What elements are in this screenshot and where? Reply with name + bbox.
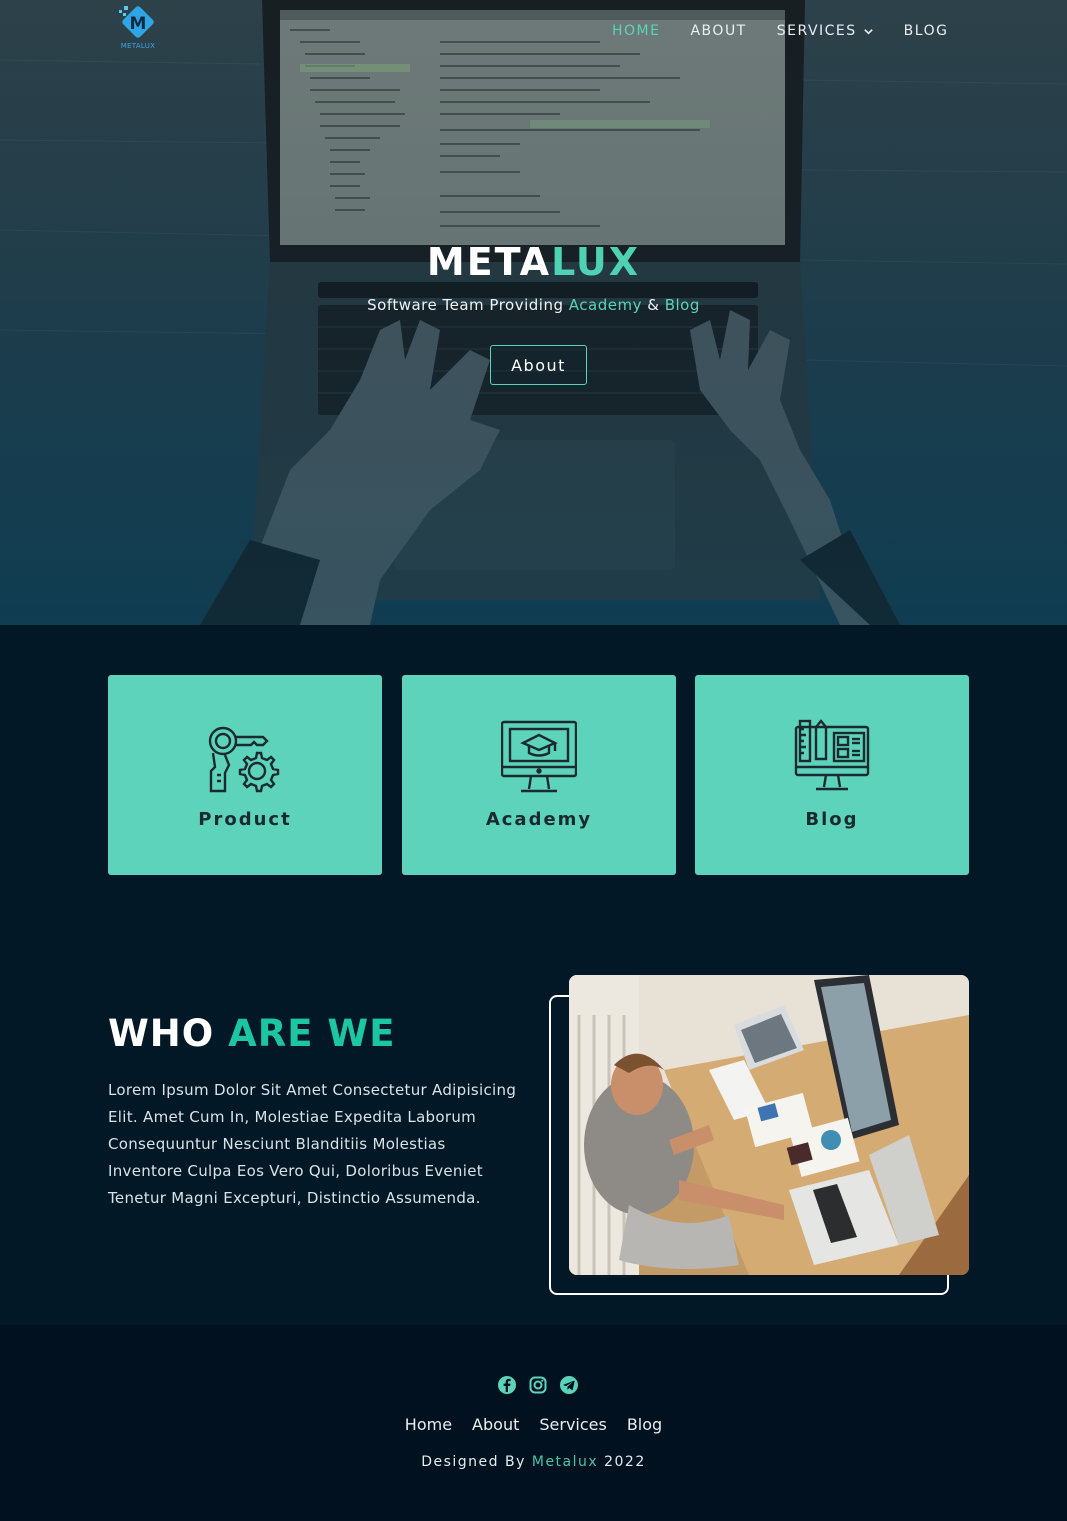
footer-link-services[interactable]: Services	[539, 1415, 606, 1434]
card-blog[interactable]: Blog	[695, 675, 969, 875]
academy-monitor-icon	[501, 720, 577, 793]
nav-services[interactable]: SERVICES	[777, 23, 874, 39]
svg-text:M: M	[130, 14, 147, 34]
product-gear-icon	[208, 726, 280, 793]
telegram-icon[interactable]	[559, 1375, 579, 1395]
nav-about[interactable]: ABOUT	[690, 23, 746, 39]
footer-link-home[interactable]: Home	[405, 1415, 452, 1434]
about-text: Lorem Ipsum Dolor Sit Amet Consectetur A…	[108, 1081, 517, 1207]
nav-blog[interactable]: BLOG	[904, 23, 949, 39]
site-logo[interactable]: M METALUX	[113, 4, 163, 54]
logo-text: METALUX	[120, 42, 156, 50]
footer-credit: Designed By Metalux 2022	[421, 1454, 646, 1470]
footer-credit-brand[interactable]: Metalux	[532, 1454, 598, 1470]
hero-subtitle-academy: Academy	[568, 296, 642, 314]
main-nav: HOME ABOUT SERVICES BLOG	[612, 21, 948, 41]
card-academy-label: Academy	[485, 809, 593, 830]
about-photo	[569, 975, 969, 1275]
social-links	[497, 1375, 579, 1395]
card-product[interactable]: Product	[108, 675, 382, 875]
footer-links: Home About Services Blog	[0, 1415, 1067, 1434]
card-academy[interactable]: Academy	[402, 675, 676, 875]
nav-home[interactable]: HOME	[612, 23, 660, 39]
blog-monitor-icon	[794, 719, 870, 791]
card-product-label: Product	[198, 809, 292, 830]
site-footer: Home About Services Blog Designed By Met…	[0, 1325, 1067, 1521]
hero-title: METALUX	[426, 240, 641, 284]
footer-link-blog[interactable]: Blog	[627, 1415, 662, 1434]
hero-subtitle: Software Team Providing Academy & Blog	[367, 296, 700, 314]
about-title: WHO ARE WE	[108, 1012, 396, 1055]
instagram-icon[interactable]	[528, 1375, 548, 1395]
about-photo-image	[569, 975, 969, 1275]
services-cards: Product Academy Blog	[108, 675, 969, 875]
hero-section: M METALUX HOME ABOUT SERVICES BLOG METAL…	[0, 0, 1067, 625]
about-button[interactable]: About	[490, 345, 587, 385]
card-blog-label: Blog	[805, 809, 859, 830]
chevron-down-icon	[863, 28, 873, 35]
logo-icon: M	[119, 6, 154, 38]
hero-subtitle-blog: Blog	[664, 296, 700, 314]
facebook-icon[interactable]	[497, 1375, 517, 1395]
footer-link-about[interactable]: About	[472, 1415, 519, 1434]
